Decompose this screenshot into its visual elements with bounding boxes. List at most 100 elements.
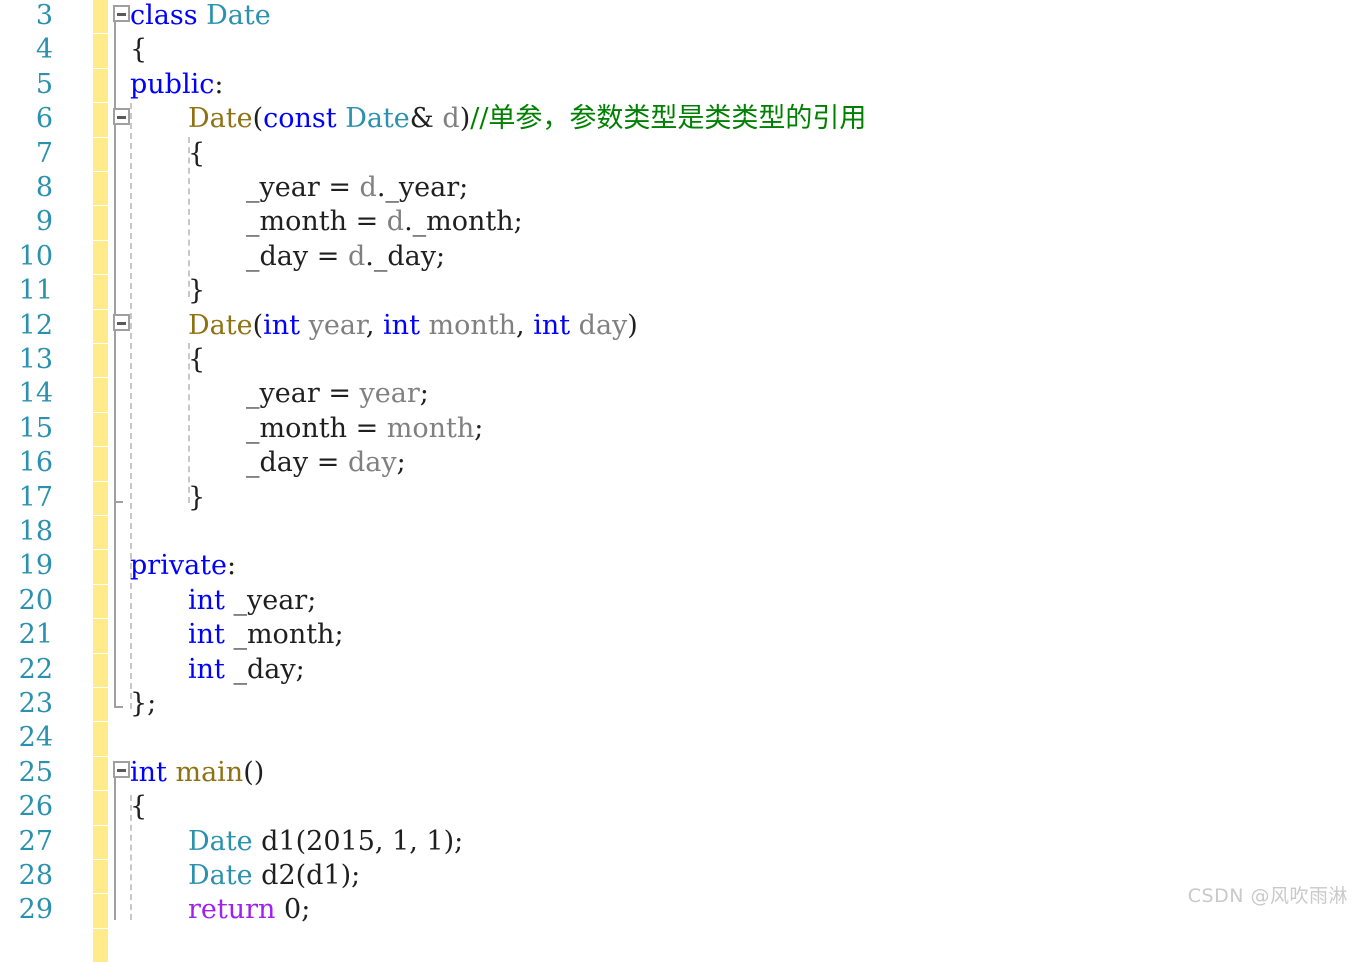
code-line[interactable]: _day = day; — [108, 446, 1362, 480]
token-kw: int — [188, 584, 225, 616]
code-line-text: { — [130, 790, 147, 824]
token-punct: ); — [340, 860, 361, 891]
token-param: day — [578, 309, 628, 341]
code-line[interactable]: { — [108, 33, 1362, 67]
code-line[interactable]: }; — [108, 687, 1362, 721]
code-line-text: _month = d._month; — [246, 205, 523, 239]
code-surface[interactable]: class Date{public: Date(const Date& d)//单… — [108, 0, 1362, 925]
token-punct: ) — [459, 103, 471, 135]
code-line[interactable] — [108, 515, 1362, 549]
code-line[interactable]: Date(int year, int month, int day) — [108, 309, 1362, 343]
line-number: 25 — [18, 756, 53, 788]
code-line[interactable]: Date(const Date& d)//单参，参数类型是类类型的引用 — [108, 102, 1362, 136]
line-number: 13 — [18, 344, 53, 375]
token-plain: _year = — [246, 378, 360, 410]
change-bar-segment — [93, 790, 108, 825]
token-plain: ; — [396, 447, 406, 479]
code-line-text: return 0; — [188, 893, 310, 927]
code-line-text: int _day; — [188, 653, 305, 687]
code-line[interactable]: } — [108, 274, 1362, 308]
change-bar-segment — [93, 377, 108, 412]
code-line[interactable]: { — [108, 790, 1362, 824]
token-num: 0 — [284, 894, 302, 926]
token-plain: ; — [474, 412, 484, 444]
code-line[interactable]: public: — [108, 68, 1362, 102]
token-func: Date — [188, 309, 253, 341]
code-line-text: class Date — [130, 0, 271, 33]
code-line[interactable]: int main() — [108, 756, 1362, 790]
code-line[interactable]: { — [108, 137, 1362, 171]
change-tracking-bar — [93, 0, 108, 962]
line-number: 26 — [18, 791, 53, 823]
token-kw: private — [130, 550, 228, 582]
change-bar-segment — [93, 136, 108, 171]
code-line-text: Date(const Date& d)//单参，参数类型是类类型的引用 — [188, 102, 866, 136]
token-func: Date — [188, 103, 253, 135]
token-plain: _year = — [246, 172, 360, 203]
token-param: day — [347, 447, 397, 479]
token-plain: d1 — [306, 860, 341, 891]
line-number: 5 — [35, 68, 53, 100]
code-line-text: _year = d._year; — [246, 171, 468, 205]
code-line-text: int _month; — [188, 618, 344, 652]
code-line[interactable]: { — [108, 343, 1362, 377]
change-bar-segment — [93, 33, 108, 68]
code-line[interactable]: _month = d._month; — [108, 205, 1362, 239]
code-line-text: { — [188, 343, 205, 377]
code-line[interactable]: _year = d._year; — [108, 171, 1362, 205]
code-editor[interactable]: 3 4 5 6 7 8 9 10 11 12 13 14 15 16 17 18 19 20 21 22 23 24 25 2… — [0, 0, 1362, 962]
code-line[interactable] — [108, 721, 1362, 755]
token-kw: int — [188, 619, 225, 651]
change-bar-segment — [93, 824, 108, 859]
line-number: 23 — [18, 688, 53, 719]
token-var: d — [347, 240, 366, 272]
change-bar-segment — [93, 205, 108, 240]
code-line[interactable]: Date d1(2015, 1, 1); — [108, 825, 1362, 859]
line-number: 17 — [18, 481, 53, 513]
change-bar-segment — [93, 102, 108, 137]
code-line-text: int _year; — [188, 584, 316, 618]
token-param: year — [308, 309, 366, 341]
change-bar-segment — [93, 239, 108, 275]
code-line[interactable]: Date d2(d1); — [108, 859, 1362, 893]
code-line-text: { — [188, 137, 205, 171]
code-line[interactable]: int _day; — [108, 653, 1362, 687]
code-line[interactable]: } — [108, 481, 1362, 515]
line-number: 16 — [18, 447, 53, 479]
code-line[interactable]: class Date — [108, 0, 1362, 33]
token-punct: : — [214, 68, 224, 100]
change-bar-segment — [93, 480, 108, 515]
token-punct: ( — [252, 309, 264, 341]
token-punct: , — [409, 825, 427, 857]
line-number: 12 — [18, 309, 53, 341]
token-type: Date — [345, 103, 410, 135]
code-line[interactable]: return 0; — [108, 893, 1362, 927]
code-line[interactable]: _month = month; — [108, 412, 1362, 446]
line-number: 7 — [35, 137, 53, 169]
line-number: 28 — [18, 860, 53, 891]
token-ctrl: return — [188, 894, 285, 926]
token-punct: ( — [252, 103, 264, 135]
line-number: 22 — [18, 653, 53, 685]
code-line[interactable]: _day = d._day; — [108, 240, 1362, 274]
code-line-text: _day = day; — [246, 446, 406, 480]
code-line-text: Date d1(2015, 1, 1); — [188, 825, 463, 859]
change-bar-segment — [93, 755, 108, 791]
token-plain: d1 — [252, 825, 296, 857]
line-number: 19 — [18, 550, 53, 582]
token-type: Date — [188, 860, 253, 891]
token-plain: ; — [301, 894, 311, 926]
code-line[interactable]: int _month; — [108, 618, 1362, 652]
code-line[interactable]: int _year; — [108, 584, 1362, 618]
change-bar-segment — [93, 308, 108, 343]
token-num: 1 — [426, 825, 444, 857]
token-plain: ; — [419, 378, 429, 410]
token-plain: ._year; — [376, 172, 469, 203]
change-bar-segment — [93, 687, 108, 722]
line-number: 3 — [35, 0, 53, 31]
code-line[interactable]: _year = year; — [108, 377, 1362, 411]
code-line[interactable]: private: — [108, 549, 1362, 583]
token-punct: { — [130, 791, 148, 823]
change-bar-segment — [93, 583, 108, 619]
code-line-text: private: — [130, 549, 236, 583]
